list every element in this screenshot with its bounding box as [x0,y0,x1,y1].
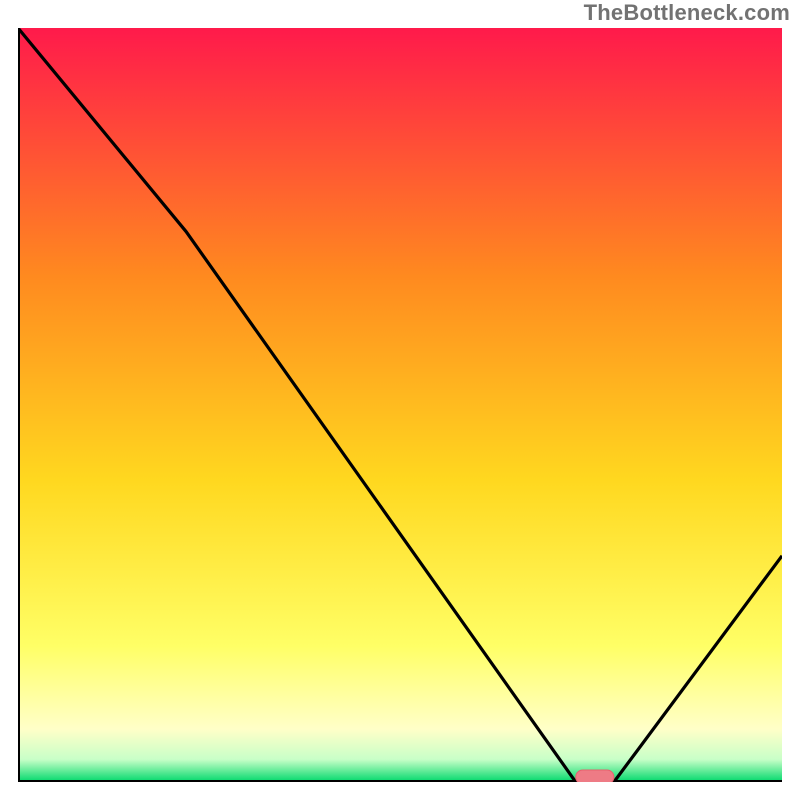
chart-background [18,28,782,782]
chart-svg [18,28,782,782]
optimal-zone-marker [576,770,614,782]
watermark-text: TheBottleneck.com [584,0,790,26]
chart-frame: TheBottleneck.com [0,0,800,800]
bottleneck-chart [18,28,782,782]
